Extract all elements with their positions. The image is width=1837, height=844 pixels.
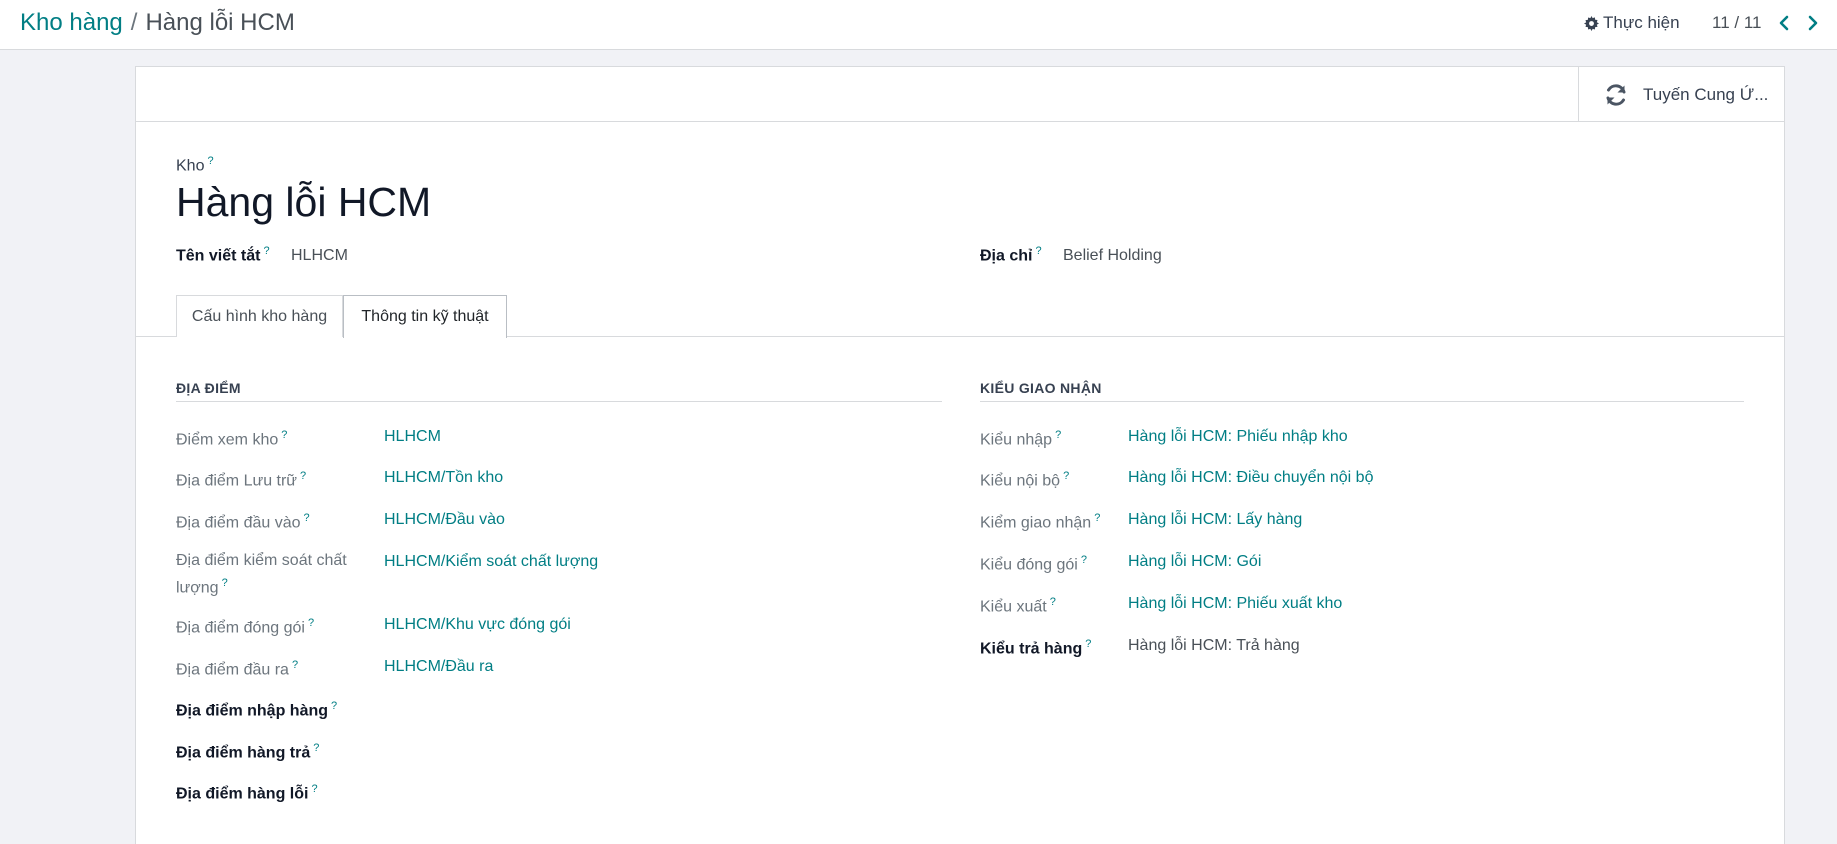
location-row-label: Điểm xem kho? <box>176 429 288 449</box>
smart-button-box: Tuyến Cung Ứ... <box>136 67 1784 122</box>
chevron-right-icon <box>1808 15 1818 31</box>
pager-next-button[interactable] <box>1801 12 1823 34</box>
operation-row-label: Kiểu nội bộ? <box>980 470 1070 490</box>
chevron-left-icon <box>1779 15 1789 31</box>
pick-type-field[interactable]: Hàng lỗi HCM: Lấy hàng <box>1128 511 1302 529</box>
form-sheet: Tuyến Cung Ứ... Kho? Hàng lỗi HCM Tên vi… <box>135 66 1785 844</box>
location-row-label: Địa điểm đầu vào? <box>176 512 310 532</box>
operation-row-label: Kiểu trả hàng? <box>980 638 1092 658</box>
location-row-label: Địa điểm hàng trả? <box>176 742 320 762</box>
control-panel: Kho hàng / Hàng lỗi HCM Thực hiện 11 / 11 <box>0 0 1837 50</box>
warehouse-field-label: Kho? <box>176 155 214 175</box>
input-location-field[interactable]: HLHCM/Đầu vào <box>384 511 505 529</box>
gear-icon <box>1584 15 1599 31</box>
help-icon[interactable]: ? <box>1050 596 1056 608</box>
section-divider <box>980 401 1744 402</box>
help-icon[interactable]: ? <box>1085 638 1091 650</box>
stock-location-field[interactable]: HLHCM/Tồn kho <box>384 469 503 487</box>
help-icon[interactable]: ? <box>222 577 228 589</box>
help-icon[interactable]: ? <box>292 659 298 671</box>
help-icon[interactable]: ? <box>304 512 310 524</box>
breadcrumb-current: Hàng lỗi HCM <box>145 9 295 36</box>
internal-type-field[interactable]: Hàng lỗi HCM: Điều chuyển nội bộ <box>1128 469 1373 487</box>
breadcrumb-separator: / <box>130 9 138 36</box>
tab-technical-info[interactable]: Thông tin kỹ thuật <box>343 295 507 338</box>
delivery-type-field[interactable]: Hàng lỗi HCM: Phiếu xuất kho <box>1128 595 1342 613</box>
help-icon[interactable]: ? <box>308 617 314 629</box>
return-type-field[interactable]: Hàng lỗi HCM: Trả hàng <box>1128 637 1300 655</box>
help-icon[interactable]: ? <box>281 429 287 441</box>
address-field[interactable]: Belief Holding <box>1063 247 1162 265</box>
location-row-label: Địa điểm nhập hàng? <box>176 700 338 720</box>
operation-row-label: Kiểu nhập? <box>980 429 1062 449</box>
refresh-icon <box>1606 83 1626 106</box>
action-menu-label: Thực hiện <box>1603 13 1680 32</box>
help-icon[interactable]: ? <box>313 742 319 754</box>
routes-smart-button-label: Tuyến Cung Ứ... <box>1643 84 1769 104</box>
quality-control-location-field[interactable]: HLHCM/Kiểm soát chất lượng <box>384 553 598 571</box>
receipt-type-field[interactable]: Hàng lỗi HCM: Phiếu nhập kho <box>1128 428 1348 446</box>
address-label: Địa chỉ? <box>980 245 1042 265</box>
help-icon[interactable]: ? <box>300 470 306 482</box>
location-row-label: Địa điểm kiểm soát chất lượng? <box>176 552 347 597</box>
operation-row-label: Kiểm giao nhận? <box>980 512 1101 532</box>
help-icon[interactable]: ? <box>1094 512 1100 524</box>
section-divider <box>176 401 942 402</box>
operation-types-section-title: KIỂU GIAO NHẬN <box>980 380 1102 396</box>
tab-warehouse-config[interactable]: Cấu hình kho hàng <box>176 295 343 337</box>
packing-location-field[interactable]: HLHCM/Khu vực đóng gói <box>384 616 571 634</box>
location-row-label: Địa điểm đầu ra? <box>176 659 299 679</box>
routes-smart-button[interactable]: Tuyến Cung Ứ... <box>1578 67 1784 122</box>
pager-previous-button[interactable] <box>1774 12 1796 34</box>
view-location-field[interactable]: HLHCM <box>384 428 441 446</box>
help-icon[interactable]: ? <box>311 783 317 795</box>
operation-row-label: Kiểu đóng gói? <box>980 554 1087 574</box>
help-icon[interactable]: ? <box>1055 429 1061 441</box>
output-location-field[interactable]: HLHCM/Đầu ra <box>384 658 493 676</box>
action-menu-button[interactable]: Thực hiện <box>1584 13 1680 33</box>
help-icon[interactable]: ? <box>1035 245 1041 257</box>
record-name[interactable]: Hàng lỗi HCM <box>176 179 431 226</box>
pager-value[interactable]: 11 / 11 <box>1712 13 1761 33</box>
help-icon[interactable]: ? <box>1081 554 1087 566</box>
help-icon[interactable]: ? <box>263 245 269 257</box>
operation-row-label: Kiểu xuất? <box>980 596 1056 616</box>
help-icon[interactable]: ? <box>331 700 337 712</box>
help-icon[interactable]: ? <box>1063 470 1069 482</box>
help-icon[interactable]: ? <box>207 155 213 167</box>
breadcrumb-parent-link[interactable]: Kho hàng <box>20 9 123 36</box>
locations-section-title: ĐỊA ĐIỂM <box>176 380 241 396</box>
short-name-label: Tên viết tắt? <box>176 245 270 265</box>
location-row-label: Địa điểm đóng gói? <box>176 617 315 637</box>
breadcrumb: Kho hàng / Hàng lỗi HCM <box>20 8 295 38</box>
location-row-label: Địa điểm Lưu trữ? <box>176 470 307 490</box>
short-name-field[interactable]: HLHCM <box>291 247 348 265</box>
notebook-tabs: Cấu hình kho hàng Thông tin kỹ thuật <box>136 295 1784 338</box>
pack-type-field[interactable]: Hàng lỗi HCM: Gói <box>1128 553 1261 571</box>
location-row-label: Địa điểm hàng lỗi? <box>176 783 318 803</box>
